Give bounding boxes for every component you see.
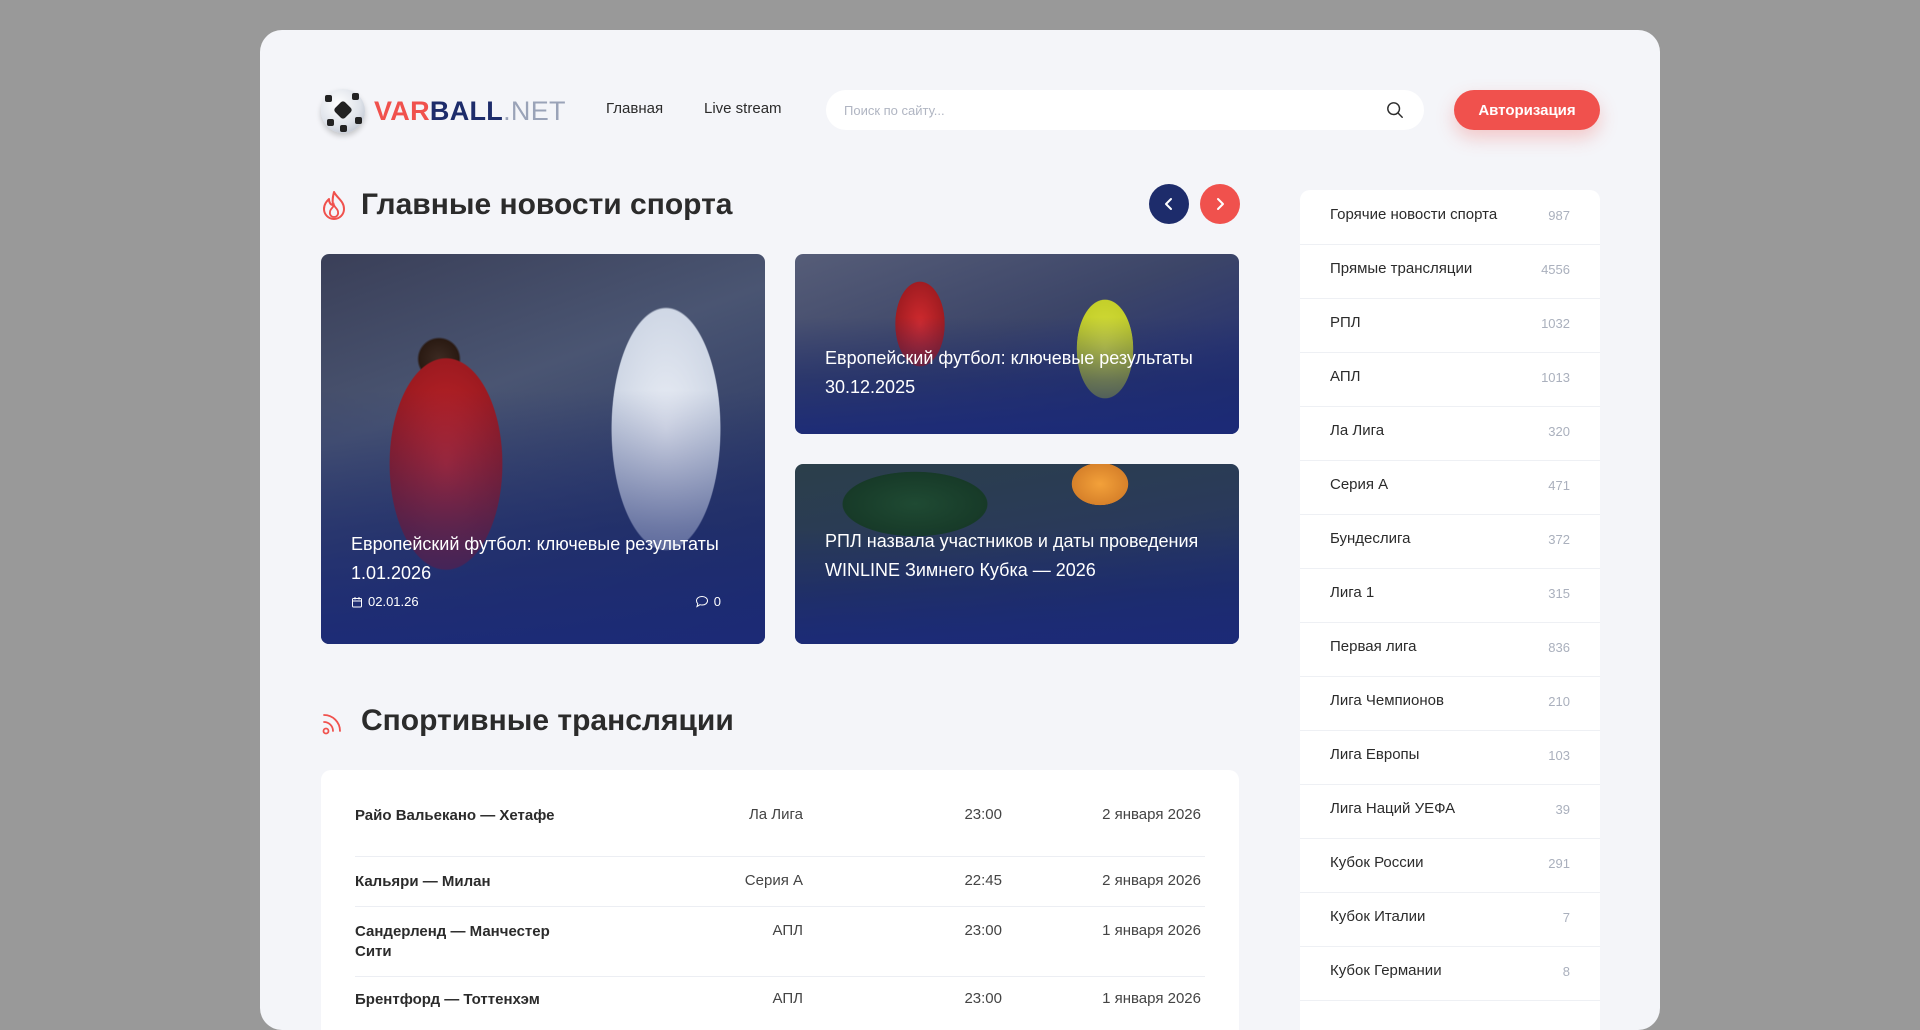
match-date: 2 января 2026 [1102,872,1201,889]
sidebar-item-count: 291 [1548,856,1570,871]
site-logo[interactable]: VARBALL.NET [321,89,566,133]
sidebar-item-bundesliga[interactable]: Бундеслига 372 [1300,514,1600,569]
streams-section-title: Спортивные трансляции [321,704,734,738]
sidebar-item-count: 372 [1548,532,1570,547]
sidebar-item-count: 8 [1562,964,1570,979]
match-time: 22:45 [964,872,1002,889]
match-time: 23:00 [964,806,1002,823]
match-name[interactable]: Сандерленд — Манчестер Сити [355,922,585,962]
comment-icon [695,595,708,608]
news-card-tertiary[interactable]: РПЛ назвала участников и даты проведения… [795,464,1239,644]
page-title: Главные новости спорта [361,188,733,221]
sidebar-item-champions-league[interactable]: Лига Чемпионов 210 [1300,676,1600,731]
carousel-next-button[interactable] [1200,184,1240,224]
search-icon[interactable] [1386,101,1404,119]
sidebar-item-label: Горячие новости спорта [1330,206,1498,223]
soccer-ball-icon [321,89,365,133]
page-container: VARBALL.NET Главная Live stream Авториза… [260,30,1660,1030]
sidebar-item-count: 471 [1548,478,1570,493]
sidebar-item-serie-a[interactable]: Серия А 471 [1300,460,1600,515]
nav-home[interactable]: Главная [606,100,663,117]
sidebar-item-label: Лига Чемпионов [1330,692,1444,709]
match-name[interactable]: Кальяри — Милан [355,872,585,892]
sidebar-item-first-league[interactable]: Первая лига 836 [1300,622,1600,677]
sidebar-item-count: 987 [1548,208,1570,223]
sidebar-item-count: 7 [1562,910,1570,925]
sidebar-item-count: 1032 [1541,316,1570,331]
news-card-secondary[interactable]: Европейский футбол: ключевые результаты … [795,254,1239,434]
sidebar-item-europa-league[interactable]: Лига Европы 103 [1300,730,1600,785]
sidebar-item-count: 103 [1548,748,1570,763]
logo-text: VARBALL.NET [374,95,566,126]
nav-live-stream[interactable]: Live stream [704,100,782,117]
calendar-icon [352,596,362,607]
news-card-title[interactable]: РПЛ назвала участников и даты проведения… [825,527,1209,585]
chevron-right-icon [1217,198,1224,210]
news-card-title[interactable]: Европейский футбол: ключевые результаты … [825,344,1209,402]
match-date: 2 января 2026 [1102,806,1201,823]
sidebar-item-label: Лига Европы [1330,746,1420,763]
streams-title: Спортивные трансляции [361,704,734,737]
sidebar-item-label: Бундеслига [1330,530,1411,547]
sidebar-item-label: Первая лига [1330,638,1417,655]
search-bar [826,90,1424,130]
sidebar-item-label: Ла Лига [1330,422,1385,439]
match-name[interactable]: Брентфорд — Тоттенхэм [355,990,585,1010]
streams-table: Райо Вальекано — Хетафе Ла Лига 23:00 2 … [321,770,1239,1030]
sidebar-item-la-liga[interactable]: Ла Лига 320 [1300,406,1600,461]
login-button[interactable]: Авторизация [1454,90,1600,130]
sidebar-item-count: 4556 [1541,262,1570,277]
flame-icon [323,191,345,220]
table-row[interactable]: Кальяри — Милан Серия А 22:45 2 января 2… [355,856,1205,907]
match-league: АПЛ [772,922,803,939]
sidebar-item-label: Кубок России [1330,854,1424,871]
match-league: Серия А [744,872,803,889]
sidebar-item-count: 1013 [1541,370,1570,385]
match-league: Ла Лига [748,806,803,823]
sidebar-item-live[interactable]: Прямые трансляции 4556 [1300,244,1600,299]
sidebar-item-label: Кубок Германии [1330,962,1442,979]
sidebar-item-nations-league[interactable]: Лига Наций УЕФА 39 [1300,784,1600,839]
sidebar-item-label: РПЛ [1330,314,1361,331]
sidebar-item-label: Серия А [1330,476,1389,493]
sidebar-item-label: Кубок Италии [1330,908,1426,925]
carousel-prev-button[interactable] [1149,184,1189,224]
broadcast-icon [322,714,341,735]
sidebar-item-ligue-1[interactable]: Лига 1 315 [1300,568,1600,623]
chevron-left-icon [1165,198,1172,210]
news-date: 02.01.26 [351,594,419,609]
sidebar-item-russia-cup[interactable]: Кубок России 291 [1300,838,1600,893]
news-card-main[interactable]: Европейский футбол: ключевые результаты … [321,254,765,644]
sidebar-item-count: 39 [1555,802,1570,817]
sidebar-item-count: 315 [1548,586,1570,601]
table-row[interactable]: Брентфорд — Тоттенхэм АПЛ 23:00 1 января… [355,976,1205,1026]
table-row[interactable]: Сандерленд — Манчестер Сити АПЛ 23:00 1 … [355,906,1205,977]
news-card-meta: 02.01.26 0 [351,594,721,609]
sidebar-item-label: Лига Наций УЕФА [1330,800,1456,817]
sidebar-item-label: Прямые трансляции [1330,260,1473,277]
match-date: 1 января 2026 [1102,922,1201,939]
sidebar-item-count: 836 [1548,640,1570,655]
sidebar-item-count: 320 [1548,424,1570,439]
search-input[interactable] [842,101,1366,119]
sidebar-item-apl[interactable]: АПЛ 1013 [1300,352,1600,407]
sidebar-item-count: 210 [1548,694,1570,709]
sidebar-item-label: АПЛ [1330,368,1361,385]
category-sidebar: Горячие новости спорта 987 Прямые трансля… [1300,190,1600,1030]
news-comments: 0 [695,594,721,609]
news-section-title: Главные новости спорта [321,188,732,222]
sidebar-item-italy-cup[interactable]: Кубок Италии 7 [1300,892,1600,947]
match-time: 23:00 [964,922,1002,939]
sidebar-item-rpl[interactable]: РПЛ 1032 [1300,298,1600,353]
sidebar-item-label: Лига 1 [1330,584,1375,601]
news-card-title[interactable]: Европейский футбол: ключевые результаты … [351,530,735,588]
match-name[interactable]: Райо Вальекано — Хетафе [355,806,585,826]
table-row[interactable]: Райо Вальекано — Хетафе Ла Лига 23:00 2 … [355,806,1205,857]
sidebar-item-hot-news[interactable]: Горячие новости спорта 987 [1300,190,1600,245]
